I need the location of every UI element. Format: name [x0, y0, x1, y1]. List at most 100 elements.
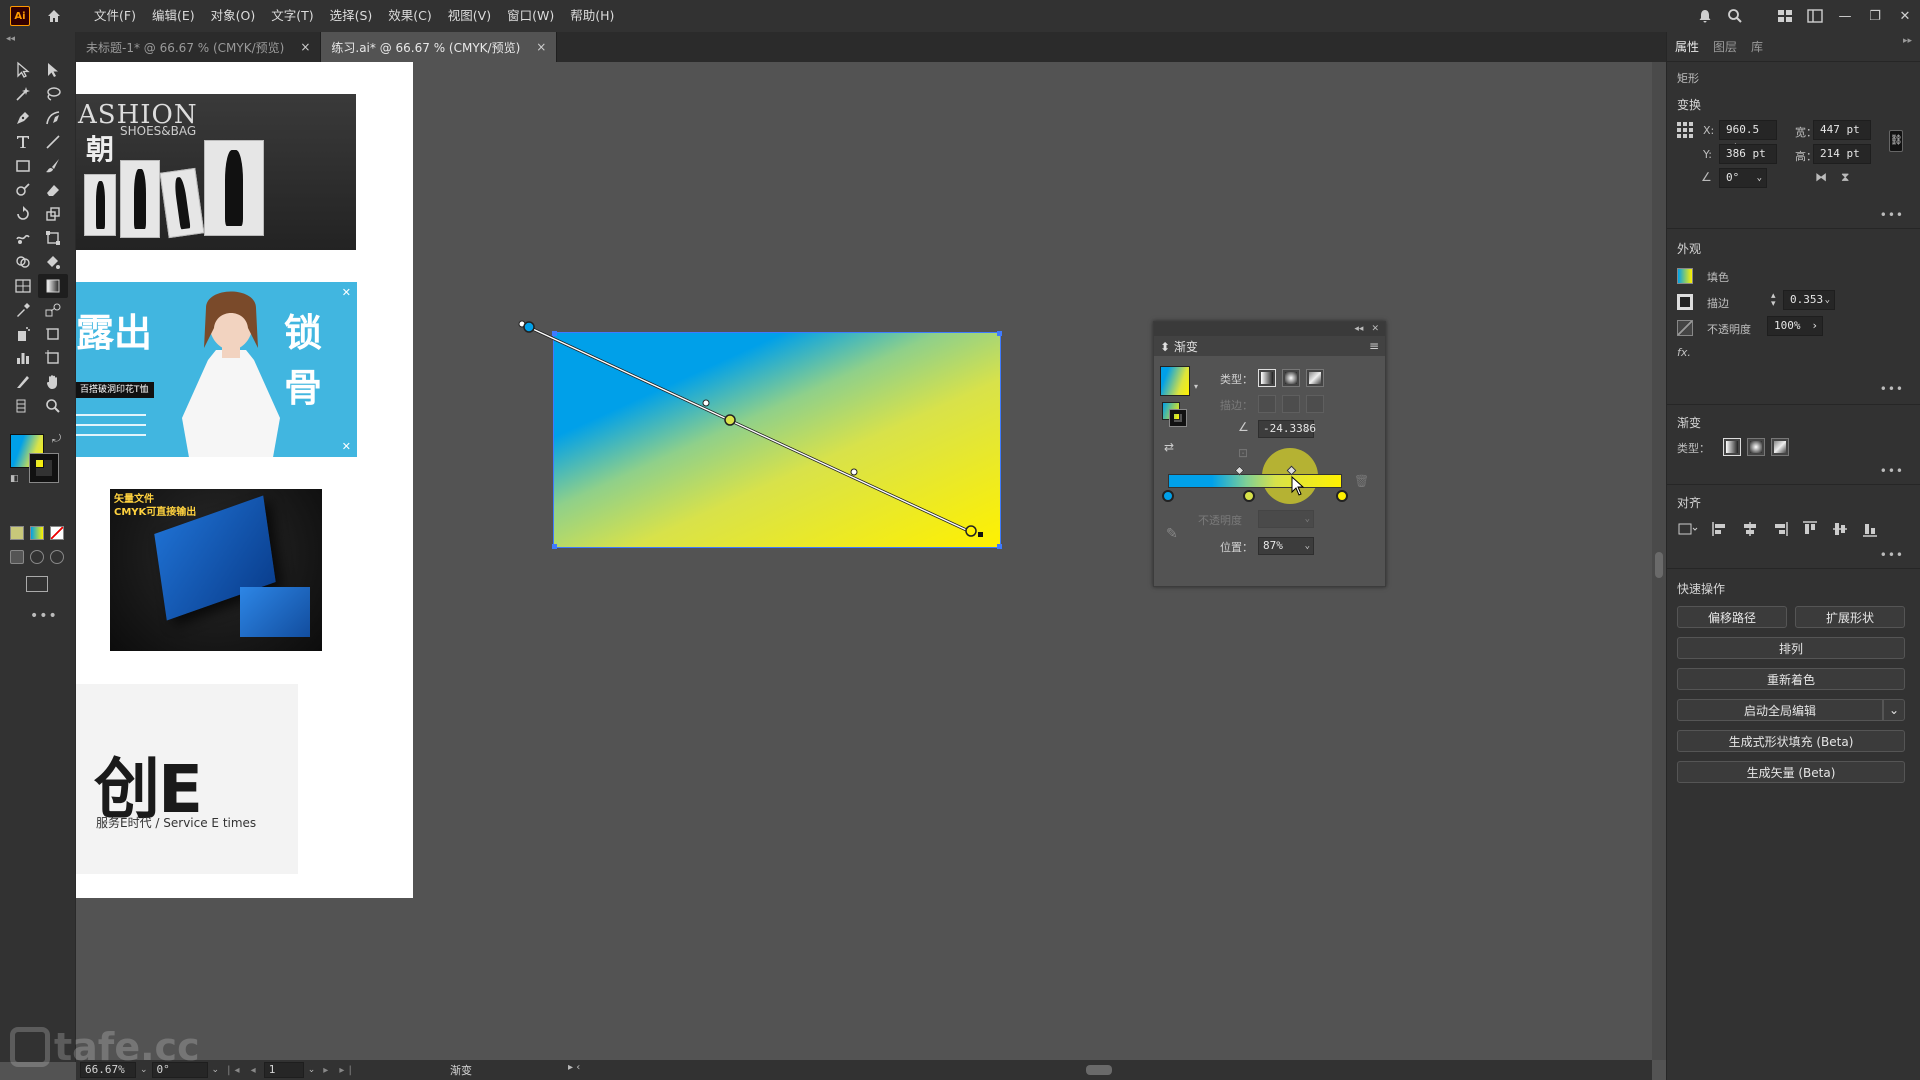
draw-behind-icon[interactable]	[30, 550, 44, 564]
offset-path-button[interactable]: 偏移路径	[1677, 606, 1787, 628]
align-horizontal-center-icon[interactable]	[1741, 520, 1759, 538]
canvas[interactable]: ASHION 朝 SHOES&BAG 露出 锁骨 百搭破洞印花T恤 ✕ ✕ 矢量…	[76, 62, 1652, 1060]
stroke-swatch[interactable]	[29, 453, 59, 483]
panel-titlebar[interactable]: ◂◂ ✕	[1154, 322, 1385, 336]
type-tool-icon[interactable]	[8, 130, 38, 154]
paintbrush-tool-icon[interactable]	[38, 154, 68, 178]
print-tiling-tool-icon[interactable]	[8, 394, 38, 418]
position-field[interactable]: 87% ⌄	[1258, 537, 1314, 555]
screen-mode-icon[interactable]	[26, 576, 48, 592]
column-graph-tool-icon[interactable]	[8, 346, 38, 370]
linear-gradient-button[interactable]	[1258, 369, 1276, 387]
direct-selection-tool-icon[interactable]	[38, 58, 68, 82]
gradient-rectangle[interactable]	[553, 332, 1001, 548]
home-icon[interactable]	[44, 6, 64, 26]
swap-fill-stroke-icon[interactable]: ⤾	[52, 432, 61, 446]
hand-tool-icon[interactable]	[38, 370, 68, 394]
close-icon[interactable]: ✕	[1371, 324, 1379, 334]
chevron-down-icon[interactable]: ⌄	[212, 1065, 220, 1075]
opacity-field[interactable]: 100% ›	[1767, 316, 1823, 336]
height-field[interactable]: 214 pt	[1813, 144, 1871, 164]
stroke-within-button[interactable]	[1258, 395, 1276, 413]
menu-edit[interactable]: 编辑(E)	[144, 0, 203, 32]
fill-label[interactable]: 填色	[1707, 269, 1729, 285]
freeform-gradient-button[interactable]	[1306, 369, 1324, 387]
more-options-icon[interactable]: •••	[1880, 208, 1904, 222]
book-mockup-image[interactable]: 矢量文件 CMYK可直接输出	[110, 489, 322, 651]
linear-gradient-button[interactable]	[1723, 438, 1741, 456]
curvature-tool-icon[interactable]	[38, 106, 68, 130]
scale-tool-icon[interactable]	[38, 202, 68, 226]
stroke-swatch[interactable]	[1677, 294, 1693, 310]
tab-gradient[interactable]: ⬍ 渐变	[1160, 338, 1198, 355]
menu-effect[interactable]: 效果(C)	[380, 0, 439, 32]
symbol-sprayer-tool-icon[interactable]	[8, 322, 38, 346]
chevron-down-icon[interactable]: ⌄	[308, 1065, 316, 1075]
close-icon[interactable]: ×	[300, 40, 310, 54]
free-transform-tool-icon[interactable]	[38, 226, 68, 250]
fx-icon[interactable]: fx.	[1677, 346, 1691, 359]
menu-view[interactable]: 视图(V)	[440, 0, 499, 32]
radial-gradient-button[interactable]	[1282, 369, 1300, 387]
default-fill-stroke-icon[interactable]: ◧	[10, 474, 19, 484]
bell-icon[interactable]	[1690, 0, 1720, 32]
vertical-scrollbar[interactable]	[1652, 62, 1666, 1060]
menu-help[interactable]: 帮助(H)	[562, 0, 622, 32]
align-bottom-icon[interactable]	[1861, 520, 1879, 538]
gradient-angle-field[interactable]: -24.3386 ⌄	[1258, 420, 1316, 438]
tab-practice[interactable]: 练习.ai* @ 66.67 % (CMYK/预览) ×	[321, 32, 558, 62]
gradient-stop-start[interactable]	[1162, 490, 1174, 502]
more-options-icon[interactable]: •••	[1880, 382, 1904, 396]
gradient-fill-stroke[interactable]	[1162, 402, 1188, 428]
close-window-icon[interactable]: ✕	[1890, 0, 1920, 32]
blend-tool-icon[interactable]	[38, 298, 68, 322]
chevron-down-icon[interactable]: ▾	[1194, 382, 1198, 391]
fashion-banner-image[interactable]: ASHION 朝 SHOES&BAG	[76, 94, 356, 250]
stroke-along-button[interactable]	[1282, 395, 1300, 413]
warp-tool-icon[interactable]	[8, 226, 38, 250]
width-field[interactable]: 447 pt	[1813, 120, 1871, 140]
workspace-switcher-icon[interactable]	[1800, 0, 1830, 32]
align-top-icon[interactable]	[1801, 520, 1819, 538]
align-left-icon[interactable]	[1711, 520, 1729, 538]
pen-tool-icon[interactable]	[8, 106, 38, 130]
lasso-tool-icon[interactable]	[38, 82, 68, 106]
selection-handle[interactable]	[997, 331, 1002, 336]
link-icon[interactable]: ⛓	[1889, 130, 1903, 152]
annotator-origin[interactable]	[518, 320, 526, 328]
collapse-icon[interactable]: ◂◂	[0, 32, 75, 46]
gradient-slider[interactable]	[1168, 474, 1342, 488]
arrange-button[interactable]: 排列	[1677, 637, 1905, 659]
flip-vertical-icon[interactable]: ⧗	[1841, 170, 1849, 185]
draw-inside-icon[interactable]	[50, 550, 64, 564]
draw-normal-icon[interactable]	[10, 550, 24, 564]
x-field[interactable]: 960.5 pt	[1719, 120, 1777, 154]
tab-libraries[interactable]: 库	[1751, 38, 1763, 55]
stroke-weight-field[interactable]: 0.353 ⌄	[1783, 290, 1835, 310]
more-options-icon[interactable]: •••	[1880, 464, 1904, 478]
expand-shape-button[interactable]: 扩展形状	[1795, 606, 1905, 628]
close-icon[interactable]: ×	[536, 40, 546, 54]
rectangle-tool-icon[interactable]	[8, 154, 38, 178]
menu-window[interactable]: 窗口(W)	[499, 0, 562, 32]
opacity-field[interactable]: ⌄	[1258, 510, 1314, 528]
artboard-next-icons[interactable]: ▸ ▸|	[323, 1065, 356, 1076]
selection-tool-icon[interactable]	[8, 58, 38, 82]
generate-vectors-button[interactable]: 生成矢量 (Beta)	[1677, 761, 1905, 783]
more-options-icon[interactable]: •••	[1880, 548, 1904, 562]
delete-stop-icon[interactable]: 🗑	[1354, 474, 1369, 488]
magic-wand-tool-icon[interactable]	[8, 82, 38, 106]
stroke-label[interactable]: 描边	[1707, 295, 1729, 311]
reference-point-icon[interactable]	[1677, 122, 1693, 138]
global-edit-dropdown[interactable]: ⌄	[1883, 699, 1905, 721]
zoom-tool-icon[interactable]	[38, 394, 68, 418]
color-mode-icon[interactable]	[10, 526, 24, 540]
flip-horizontal-icon[interactable]: ⧓	[1815, 170, 1827, 184]
artboard-crop-tool-icon[interactable]	[38, 322, 68, 346]
collapse-icon[interactable]: ▸▸	[1903, 36, 1912, 46]
search-icon[interactable]	[1720, 0, 1750, 32]
tab-layers[interactable]: 图层	[1713, 38, 1737, 55]
generative-shape-fill-button[interactable]: 生成式形状填充 (Beta)	[1677, 730, 1905, 752]
eyedropper-tool-icon[interactable]	[8, 298, 38, 322]
horizontal-scrollbar[interactable]	[586, 1063, 1636, 1077]
